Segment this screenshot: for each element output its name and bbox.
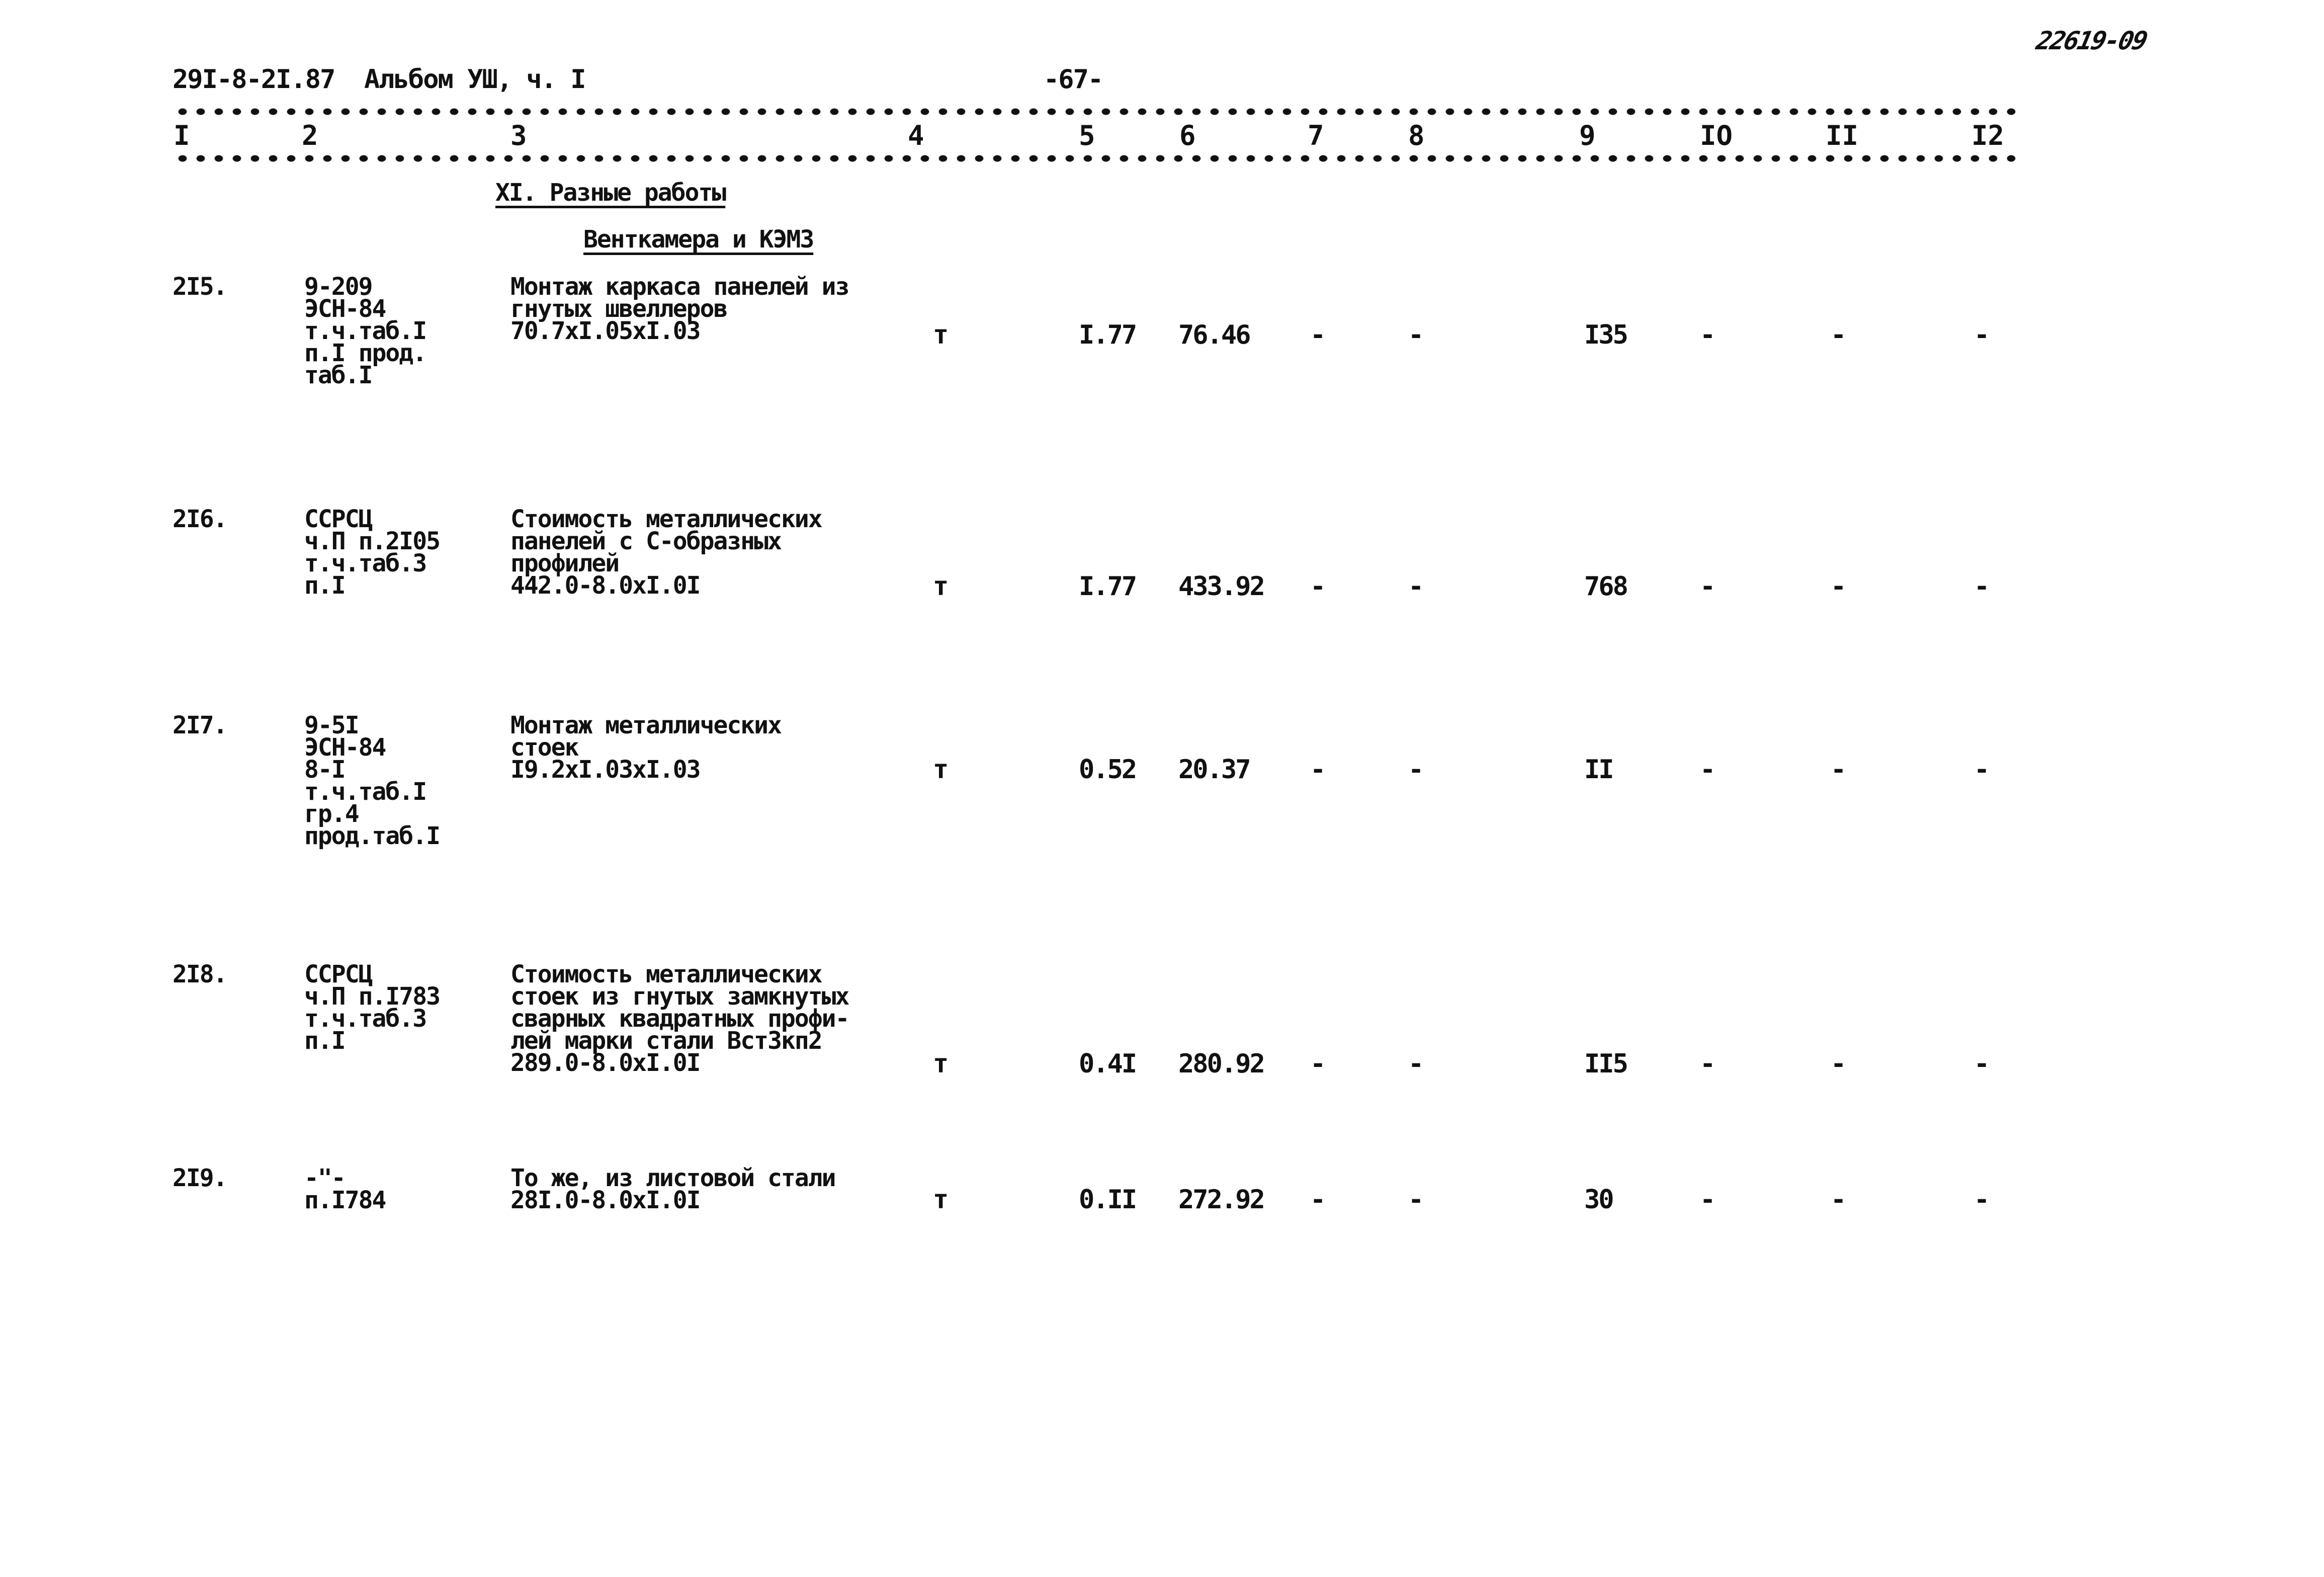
row-col9: 30 [1584, 1185, 1614, 1215]
column-header: 2 [302, 120, 318, 151]
column-header: 8 [1408, 120, 1425, 151]
row-code: ССРСЦ ч.П п.2I05 т.ч.таб.3 п.I [304, 505, 441, 600]
row-col12: - [1974, 320, 1990, 350]
dashed-rule-bottom [174, 155, 2017, 162]
row-col9: II5 [1584, 1049, 1628, 1079]
section-title: XI. Разные работы [495, 179, 726, 207]
row-col12: - [1974, 1049, 1990, 1079]
column-header: 5 [1079, 120, 1095, 151]
row-unit: т [933, 1185, 949, 1215]
row-col9: I35 [1584, 320, 1628, 350]
row-col10: - [1700, 755, 1715, 785]
row-price: 433.92 [1178, 571, 1265, 602]
row-description: То же, из листовой стали 28I.0-8.0xI.0I [510, 1164, 836, 1214]
row-col12: - [1974, 1185, 1990, 1215]
row-col7: - [1310, 1049, 1326, 1079]
row-quantity: I.77 [1079, 320, 1137, 350]
row-unit: т [933, 755, 949, 785]
archive-stamp: 22619-09 [2033, 26, 2149, 55]
row-col8: - [1408, 1049, 1424, 1079]
column-header: I [174, 120, 190, 151]
column-header: IO [1700, 120, 1733, 151]
row-number: 2I6. [173, 505, 228, 533]
row-number: 2I8. [173, 960, 228, 988]
row-quantity: 0.II [1079, 1185, 1137, 1215]
row-price: 20.37 [1178, 755, 1251, 785]
row-description: Стоимость металлических стоек из гнутых … [510, 960, 849, 1077]
row-col11: - [1831, 571, 1846, 602]
row-col10: - [1700, 1049, 1715, 1079]
row-description: Стоимость металлических панелей с С-обра… [510, 505, 823, 600]
row-col8: - [1408, 571, 1424, 602]
row-col7: - [1310, 755, 1326, 785]
row-code: 9-5I ЭСН-84 8-I т.ч.таб.I гр.4 прод.таб.… [304, 711, 441, 850]
column-header: 9 [1579, 120, 1596, 151]
row-col11: - [1831, 755, 1846, 785]
row-col10: - [1700, 1185, 1715, 1215]
column-header: I2 [1971, 120, 2005, 151]
column-header: 7 [1308, 120, 1324, 151]
row-code: 9-209 ЭСН-84 т.ч.таб.I п.I прод. таб.I [304, 273, 427, 389]
row-col11: - [1831, 1185, 1846, 1215]
document-reference: 29I-8-2I.87 Альбом УШ, ч. I [173, 64, 586, 95]
row-col11: - [1831, 320, 1846, 350]
row-col7: - [1310, 571, 1326, 602]
row-col8: - [1408, 755, 1424, 785]
row-price: 280.92 [1178, 1049, 1265, 1079]
row-col8: - [1408, 1185, 1424, 1215]
row-description: Монтаж металлических стоек I9.2xI.03xI.0… [510, 711, 782, 784]
row-quantity: I.77 [1079, 571, 1137, 602]
row-code: -"- п.I784 [304, 1164, 386, 1214]
row-col9: 768 [1584, 571, 1628, 602]
column-header: 3 [510, 120, 527, 151]
row-quantity: 0.52 [1079, 755, 1137, 785]
row-col12: - [1974, 571, 1990, 602]
row-col8: - [1408, 320, 1424, 350]
column-header: II [1826, 120, 1859, 151]
row-col7: - [1310, 320, 1326, 350]
row-quantity: 0.4I [1079, 1049, 1137, 1079]
row-col12: - [1974, 755, 1990, 785]
column-header: 6 [1179, 120, 1196, 151]
row-col9: II [1584, 755, 1614, 785]
row-price: 76.46 [1178, 320, 1251, 350]
section-subtitle: Венткамера и КЭМЗ [583, 225, 814, 254]
row-col11: - [1831, 1049, 1846, 1079]
row-col10: - [1700, 571, 1715, 602]
row-number: 2I9. [173, 1164, 228, 1192]
dashed-rule-top [174, 108, 2017, 115]
row-number: 2I5. [173, 273, 228, 301]
row-unit: т [933, 571, 949, 602]
row-unit: т [933, 1049, 949, 1079]
row-number: 2I7. [173, 711, 228, 739]
row-code: ССРСЦ ч.П п.I783 т.ч.таб.3 п.I [304, 960, 441, 1055]
page-number: -67- [1044, 64, 1103, 95]
row-description: Монтаж каркаса панелей из гнутых швеллер… [510, 273, 849, 345]
row-price: 272.92 [1178, 1185, 1265, 1215]
row-col10: - [1700, 320, 1715, 350]
row-col7: - [1310, 1185, 1326, 1215]
column-header: 4 [908, 120, 924, 151]
row-unit: т [933, 320, 949, 350]
